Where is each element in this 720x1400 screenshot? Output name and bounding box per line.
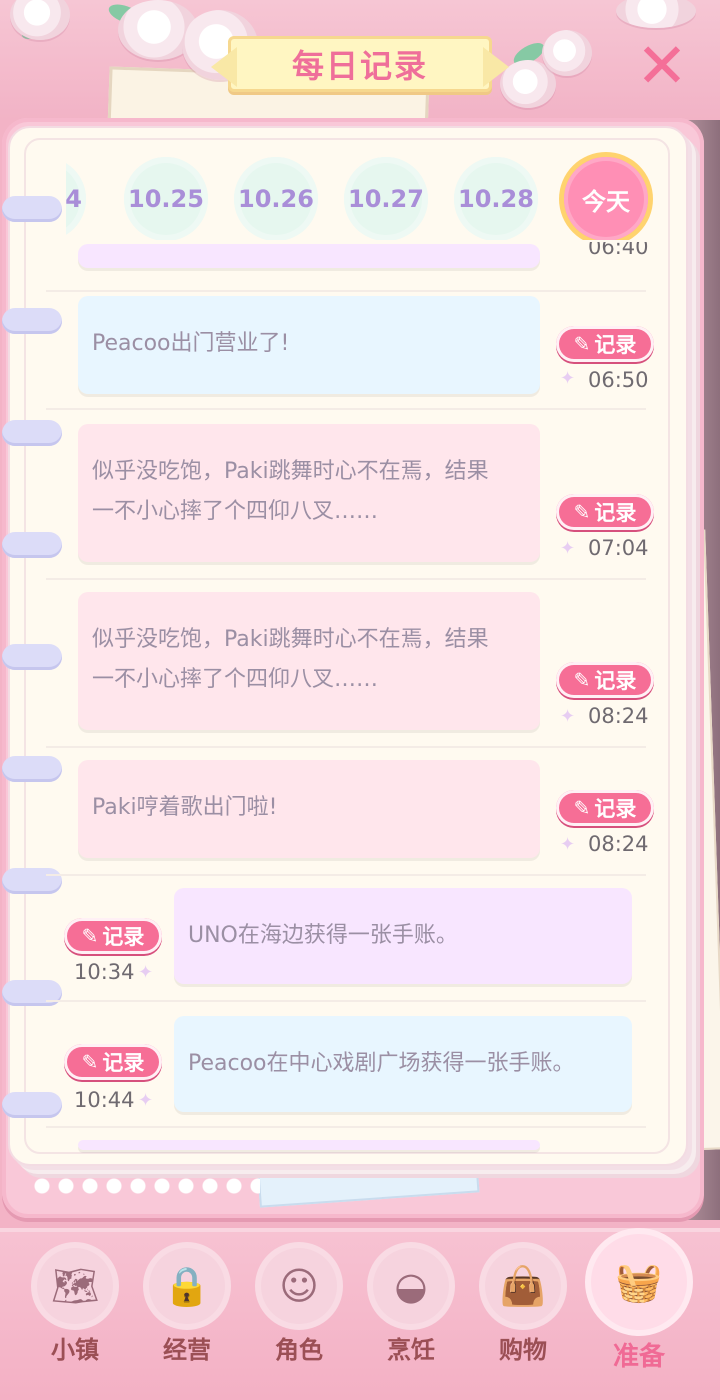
record-button[interactable]: ✎ 记录: [556, 662, 654, 698]
binder-ring: [2, 980, 62, 1006]
list-item-partial: [78, 244, 540, 268]
entry-time: 08:24: [588, 704, 649, 728]
entry-text: 似乎没吃饱，Paki跳舞时心不在焉，结果: [92, 627, 489, 652]
close-button[interactable]: ✕: [632, 29, 692, 102]
map-icon: 🗺: [37, 1248, 113, 1324]
title-banner: 每日记录: [228, 36, 492, 92]
page-title: 每日记录: [291, 47, 428, 85]
sparkle-icon: ✦: [138, 1090, 154, 1111]
nav-item-character[interactable]: ☺ 角色: [244, 1248, 354, 1388]
nav-item-business[interactable]: 🔒 经营: [132, 1248, 242, 1388]
picnic-basket-icon: 🧺: [591, 1234, 687, 1330]
entry-time: 07:04: [588, 536, 649, 560]
entry-text: 一不小心摔了个四仰八叉……: [92, 667, 379, 692]
entry-time: 08:24: [588, 832, 649, 856]
quill-icon: ✎: [573, 668, 591, 692]
entry-text: Paki哼着歌出门啦!: [92, 795, 278, 820]
entry-time: 06:40: [588, 242, 649, 259]
bottom-navigation: 🗺 小镇 🔒 经营 ☺ 角色 ◒ 烹饪 👜 购物 🧺 准备: [0, 1228, 720, 1400]
nav-item-prepare[interactable]: 🧺 准备: [584, 1234, 694, 1388]
record-button[interactable]: ✎ 记录: [556, 494, 654, 530]
date-tab[interactable]: 10.28: [454, 157, 538, 240]
list-item-partial: [78, 1140, 540, 1150]
entry-text: Peacoo在中心戏剧广场获得一张手账。: [188, 1051, 575, 1076]
entry-text: 似乎没吃饱，Paki跳舞时心不在焉，结果: [92, 459, 489, 484]
record-button[interactable]: ✎ 记录: [64, 1044, 162, 1080]
binder-ring: [2, 756, 62, 782]
nav-item-cooking[interactable]: ◒ 烹饪: [356, 1248, 466, 1388]
character-icon: ☺: [261, 1248, 337, 1324]
sparkle-icon: ✦: [560, 706, 576, 727]
record-button[interactable]: ✎ 记录: [556, 326, 654, 362]
nav-item-shopping[interactable]: 👜 购物: [468, 1248, 578, 1388]
entry-time: 10:44: [74, 1088, 135, 1112]
binder-ring: [2, 868, 62, 894]
list-item: 似乎没吃饱，Paki跳舞时心不在焉，结果 一不小心摔了个四仰八叉……: [78, 592, 540, 730]
date-selector: 10.24 10.25 10.26 10.27 10.28 今天: [66, 150, 660, 240]
shop-lock-icon: 🔒: [149, 1248, 225, 1324]
pearl-string-decoration: [30, 1176, 260, 1196]
sparkle-icon: ✦: [138, 962, 154, 983]
binder-ring: [2, 196, 62, 222]
list-item: Peacoo出门营业了!: [78, 296, 540, 394]
entry-text: UNO在海边获得一张手账。: [188, 923, 458, 948]
list-item: 似乎没吃饱，Paki跳舞时心不在焉，结果 一不小心摔了个四仰八叉……: [78, 424, 540, 562]
close-icon: ✕: [636, 29, 688, 102]
binder-ring: [2, 420, 62, 446]
quill-icon: ✎: [573, 332, 591, 356]
sparkle-icon: ✦: [560, 368, 576, 389]
rose-decoration: [542, 30, 592, 76]
binder-ring: [2, 1092, 62, 1118]
binder-ring: [2, 644, 62, 670]
binder-ring: [2, 308, 62, 334]
nav-item-town[interactable]: 🗺 小镇: [20, 1248, 130, 1388]
date-tab[interactable]: 10.26: [234, 157, 318, 240]
shopping-bag-icon: 👜: [485, 1248, 561, 1324]
sparkle-icon: ✦: [560, 538, 576, 559]
entry-time: 06:50: [588, 368, 649, 392]
entry-time: 10:34: [74, 960, 135, 984]
sparkle-icon: ✦: [560, 834, 576, 855]
record-button[interactable]: ✎ 记录: [64, 918, 162, 954]
date-tab[interactable]: 10.27: [344, 157, 428, 240]
sandwich-icon: ◒: [373, 1248, 449, 1324]
list-item: Paki哼着歌出门啦!: [78, 760, 540, 858]
quill-icon: ✎: [573, 500, 591, 524]
list-item: UNO在海边获得一张手账。: [174, 888, 632, 984]
list-item: Peacoo在中心戏剧广场获得一张手账。: [174, 1016, 632, 1112]
date-tab[interactable]: 10.25: [124, 157, 208, 240]
binder-ring: [2, 532, 62, 558]
entry-text: 一不小心摔了个四仰八叉……: [92, 499, 379, 524]
quill-icon: ✎: [81, 924, 99, 948]
quill-icon: ✎: [81, 1050, 99, 1074]
date-tab[interactable]: 10.24: [66, 157, 86, 240]
date-tab-today[interactable]: 今天: [564, 157, 648, 240]
record-button[interactable]: ✎ 记录: [556, 790, 654, 826]
entry-text: Peacoo出门营业了!: [92, 331, 290, 356]
quill-icon: ✎: [573, 796, 591, 820]
